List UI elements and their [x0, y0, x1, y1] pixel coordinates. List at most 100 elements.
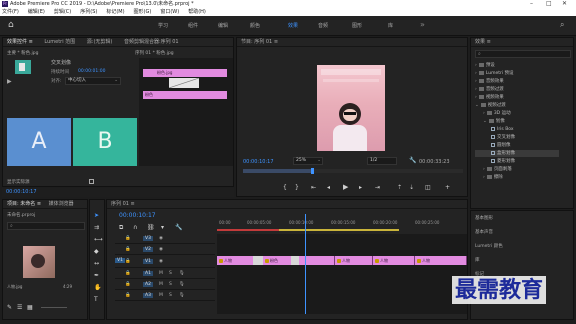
effects-folder-video-transitions[interactable]: ⌄ 视频过渡: [475, 102, 506, 109]
tab-learn[interactable]: 学习: [158, 22, 168, 29]
effects-folder-audio-transitions[interactable]: › 音频过渡: [475, 86, 504, 93]
eye-icon[interactable]: ◉: [159, 236, 163, 241]
tab-source[interactable]: 源:(无剪辑): [87, 39, 113, 45]
more-workspaces-icon[interactable]: »: [420, 20, 425, 29]
mute-icon[interactable]: M: [159, 271, 163, 276]
zoom-select[interactable]: 25% ⌄: [293, 157, 323, 165]
tab-media-browser[interactable]: 媒体浏览器: [49, 201, 74, 207]
effect-controls-timecode[interactable]: 00:00:10:17: [2, 188, 234, 197]
mute-icon[interactable]: M: [159, 282, 163, 287]
play-icon[interactable]: ▶: [343, 183, 348, 191]
effects-item-iris-round[interactable]: 圆划像: [475, 142, 511, 149]
menu-marker[interactable]: 标记(M): [106, 9, 124, 15]
track-label-a3[interactable]: A3: [143, 293, 153, 298]
add-button-icon[interactable]: +: [445, 184, 450, 191]
menu-file[interactable]: 文件(F): [2, 9, 19, 15]
menu-clip[interactable]: 剪辑(C): [54, 9, 71, 15]
menu-window[interactable]: 窗口(W): [160, 9, 179, 15]
solo-icon[interactable]: S: [169, 271, 172, 276]
microphone-icon[interactable]: 🎙: [179, 271, 185, 276]
razor-tool-icon[interactable]: ◆: [94, 248, 99, 255]
close-icon[interactable]: ✕: [562, 0, 567, 8]
mark-in-icon[interactable]: {: [283, 184, 287, 191]
search-icon[interactable]: ⌕: [560, 20, 564, 30]
go-to-out-icon[interactable]: ⇥: [375, 184, 380, 191]
timeline-playhead[interactable]: [305, 214, 306, 314]
effects-folder-iris[interactable]: ⌄ 划像: [475, 118, 505, 125]
track-label-a2[interactable]: A2: [143, 282, 153, 287]
mini-clip-b[interactable]: 粉色: [143, 91, 227, 99]
transition-marker[interactable]: [253, 256, 263, 265]
pen-tool-icon[interactable]: ✒: [94, 272, 99, 279]
minimize-icon[interactable]: –: [530, 0, 533, 8]
duration-value[interactable]: 00:00:01:00: [78, 69, 105, 74]
timeline-clip[interactable]: 粉色: [263, 256, 335, 265]
show-actual-sources-checkbox[interactable]: [89, 179, 94, 184]
libraries-tab[interactable]: 库: [475, 257, 480, 263]
timeline-tracks-area[interactable]: 人物 粉色 人物 人物 人物: [217, 214, 467, 314]
timeline-settings-icon[interactable]: 🔧: [175, 224, 182, 231]
selection-tool-icon[interactable]: ➤: [94, 212, 99, 219]
icon-view-icon[interactable]: ▦: [27, 304, 33, 311]
program-monitor-title[interactable]: 节目: 序列 01 ≡: [237, 38, 467, 47]
transition-marker[interactable]: [291, 256, 299, 265]
tab-editing[interactable]: 编辑: [218, 22, 228, 29]
essential-sound-tab[interactable]: 基本声音: [475, 229, 493, 235]
tab-graphics[interactable]: 图形: [352, 22, 362, 29]
effects-item-iris-box-selected[interactable]: 盒形划像: [475, 150, 559, 157]
linked-selection-icon[interactable]: ⛓: [147, 224, 155, 231]
play-transition-icon[interactable]: ▶: [7, 78, 12, 85]
menu-help[interactable]: 帮助(H): [188, 9, 206, 15]
lock-icon[interactable]: 🔒: [125, 259, 131, 264]
lock-icon[interactable]: 🔒: [125, 247, 131, 252]
slip-tool-icon[interactable]: ↔: [94, 260, 99, 267]
tab-lumetri-scopes[interactable]: Lumetri 范围: [44, 39, 75, 45]
step-back-icon[interactable]: ◂: [327, 184, 330, 191]
timeline-title[interactable]: 序列 01 ≡: [107, 200, 467, 209]
nest-icon[interactable]: ⧉: [119, 224, 123, 232]
timeline-timecode[interactable]: 00:00:10:17: [119, 212, 156, 219]
tab-libraries[interactable]: 库: [388, 22, 393, 29]
mini-transition-block[interactable]: [168, 77, 200, 89]
essential-graphics-tab[interactable]: 基本图形: [475, 215, 493, 221]
effects-folder-page-peel[interactable]: › 页面剥落: [475, 166, 512, 173]
timeline-clip[interactable]: 人物: [373, 256, 415, 265]
go-to-in-icon[interactable]: ⇤: [311, 184, 316, 191]
type-tool-icon[interactable]: T: [94, 296, 98, 303]
effects-folder-video-effects[interactable]: › 视频效果: [475, 94, 504, 101]
home-icon[interactable]: ⌂: [8, 20, 14, 30]
lock-icon[interactable]: 🔒: [125, 236, 131, 241]
microphone-icon[interactable]: 🎙: [179, 293, 185, 298]
timeline-clip[interactable]: 人物: [415, 256, 467, 265]
project-thumbnail[interactable]: [23, 246, 55, 278]
menu-edit[interactable]: 编辑(E): [28, 9, 45, 15]
tab-effect-controls[interactable]: 效果控件 ≡: [7, 39, 33, 45]
list-view-icon[interactable]: ☰: [17, 304, 22, 311]
effects-item-iris-box[interactable]: Iris Box: [475, 126, 514, 133]
effects-folder-lumetri[interactable]: › Lumetri 预设: [475, 70, 514, 77]
lift-icon[interactable]: ⇡: [397, 184, 402, 191]
add-marker-icon[interactable]: ▾: [161, 224, 164, 231]
effects-panel-title[interactable]: 效果 ≡: [471, 38, 573, 47]
monitor-scrubber[interactable]: [243, 168, 463, 174]
tab-audio[interactable]: 音频: [318, 22, 328, 29]
solo-icon[interactable]: S: [169, 282, 172, 287]
timeline-ruler[interactable]: 00:00 00:00:05:00 00:00:10:00 00:00:15:0…: [217, 214, 467, 232]
effects-search-input[interactable]: ⌕: [475, 50, 571, 58]
effects-item-iris-diamond[interactable]: 菱形划像: [475, 158, 515, 165]
menu-sequence[interactable]: 序列(S): [80, 9, 97, 15]
track-label-v1[interactable]: V1: [143, 259, 153, 264]
ripple-edit-tool-icon[interactable]: ⟷: [94, 236, 103, 243]
effects-folder-wipe[interactable]: › 擦除: [475, 174, 503, 181]
tab-project[interactable]: 项目: 未命名 ≡: [7, 201, 41, 207]
step-forward-icon[interactable]: ▸: [359, 184, 362, 191]
mini-clip-a[interactable]: 粉色.jpg: [143, 69, 227, 77]
effects-folder-3d-motion[interactable]: › 3D 运动: [475, 110, 511, 117]
wrench-icon[interactable]: 🔧: [409, 157, 416, 164]
source-patch-v1[interactable]: V1: [115, 258, 125, 263]
track-label-v2[interactable]: V2: [143, 247, 153, 252]
alignment-select[interactable]: 中心切入 ⌄: [65, 77, 121, 85]
extract-icon[interactable]: ⇣: [409, 184, 414, 191]
tab-color[interactable]: 颜色: [250, 22, 260, 29]
tab-effects[interactable]: 效果: [288, 22, 298, 29]
